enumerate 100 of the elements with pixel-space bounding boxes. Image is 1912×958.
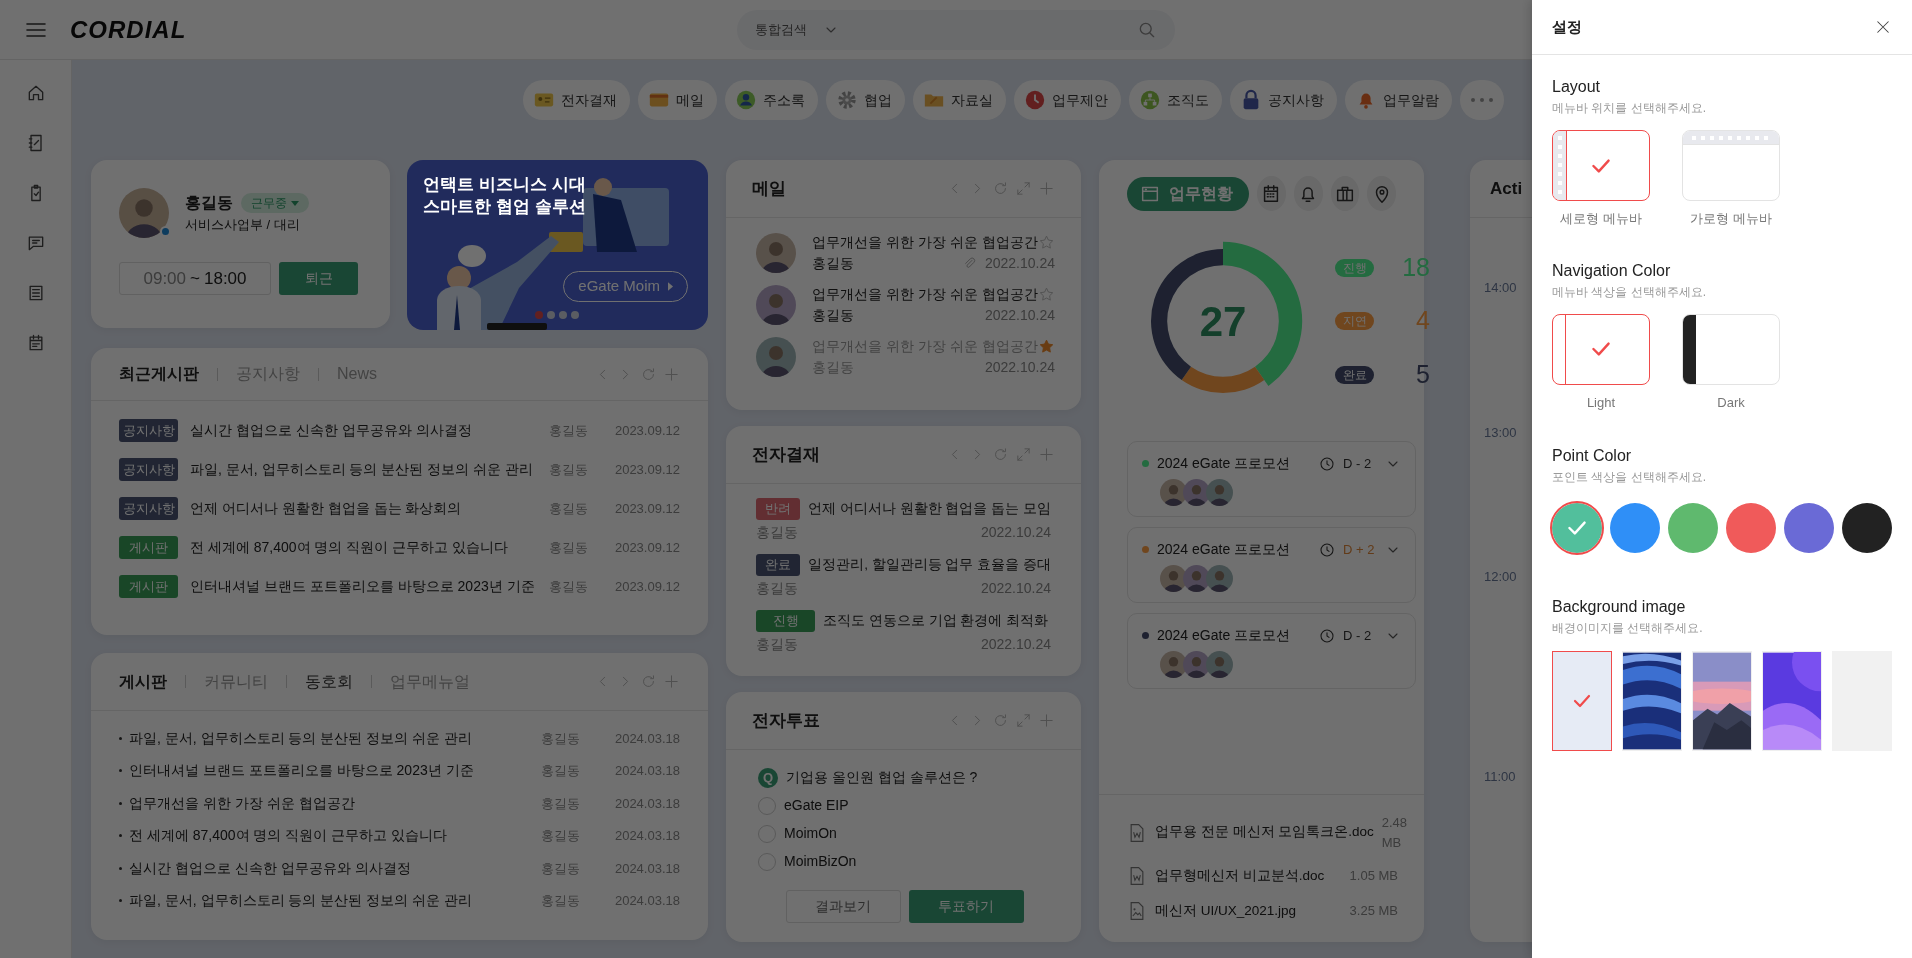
document-title[interactable]: 언제 어디서나 원활한 협업을 돕는 모임: [808, 498, 1051, 520]
tab[interactable]: 게시판: [119, 669, 167, 694]
menu-bar-icon: [1683, 314, 1696, 384]
post-title[interactable]: 인터내셔널 브랜드 포트폴리오를 바탕으로 2023년 기준: [190, 576, 549, 597]
quick-menu-button[interactable]: 업무제안: [1014, 80, 1121, 120]
expand-icon[interactable]: [1015, 180, 1032, 197]
project-card[interactable]: 2024 eGate 프로모션 D - 2: [1127, 441, 1416, 517]
avatar: [1206, 651, 1233, 678]
slide-dot[interactable]: [571, 311, 580, 319]
post-title[interactable]: 실시간 협업으로 신속한 업무공유와 의사결정: [129, 857, 541, 879]
project-card[interactable]: 2024 eGate 프로모션 D - 2: [1127, 613, 1416, 689]
scope-dropdown[interactable]: 통합검색: [755, 19, 839, 40]
section-hint: 포인트 색상을 선택해주세요.: [1552, 469, 1707, 486]
add-icon[interactable]: [1038, 180, 1055, 197]
color-swatch[interactable]: [1552, 503, 1602, 553]
file-name[interactable]: 메신저 UI/UX_2021.jpg: [1155, 900, 1297, 922]
add-icon[interactable]: [1038, 446, 1055, 463]
quick-menu-button[interactable]: 조직도: [1129, 80, 1222, 120]
location-pin-tab[interactable]: [1367, 176, 1396, 211]
star-icon[interactable]: [1038, 286, 1055, 303]
due-date: D + 2: [1343, 540, 1376, 559]
post-title[interactable]: 전 세계에 87,400여 명의 직원이 근무하고 있습니다: [190, 537, 549, 558]
search-field[interactable]: 통합검색: [737, 9, 1175, 50]
add-icon[interactable]: [663, 673, 680, 690]
add-icon[interactable]: [663, 365, 680, 383]
post-title[interactable]: 인터내셔널 브랜드 포트폴리오를 바탕으로 2023년 기준: [129, 760, 541, 782]
quick-menu-button[interactable]: 자료실: [913, 80, 1006, 120]
vote-button[interactable]: 투표하기: [908, 890, 1024, 923]
project-name: 2024 eGate 프로모션: [1157, 540, 1291, 559]
quick-menu-button[interactable]: 전자결재: [523, 80, 630, 120]
clock-out-button[interactable]: 퇴근: [279, 262, 358, 295]
avatar: [1183, 565, 1210, 592]
slide-dot[interactable]: [559, 311, 568, 319]
card-title: 전자투표: [752, 709, 820, 732]
calendar-tab[interactable]: [1257, 176, 1286, 211]
quick-menu-button[interactable]: 공지사항: [1230, 80, 1337, 120]
refresh-icon[interactable]: [992, 446, 1009, 463]
tab[interactable]: 최근게시판: [119, 362, 199, 386]
slide-dot[interactable]: [547, 311, 556, 319]
refresh-icon[interactable]: [640, 673, 657, 690]
expand-icon[interactable]: [1015, 712, 1032, 729]
option-label[interactable]: MoimOn: [784, 823, 837, 844]
refresh-icon[interactable]: [640, 365, 657, 383]
category-tag: 공지사항: [119, 419, 178, 442]
quick-menu-button[interactable]: 메일: [638, 80, 717, 120]
post-title[interactable]: 파일, 문서, 업무히스토리 등의 분산된 정보의 쉬운 관리: [129, 727, 541, 749]
avatar: [1183, 651, 1210, 678]
close-button[interactable]: [1874, 18, 1892, 36]
add-icon[interactable]: [1038, 712, 1055, 729]
results-button[interactable]: 결과보기: [785, 890, 901, 923]
post-title[interactable]: 언제 어디서나 원활한 협업을 돕는 화상회의: [190, 498, 549, 519]
legend-label: 완료: [1335, 365, 1374, 384]
clock-icon: [1319, 541, 1335, 558]
avatar: [1160, 479, 1187, 506]
post-title[interactable]: 실시간 협업으로 신속한 업무공유와 의사결정: [190, 420, 549, 441]
star-icon[interactable]: [1038, 234, 1055, 251]
card-title: 메일: [752, 177, 786, 200]
close-icon: [1874, 18, 1892, 36]
panel-title: 설정: [1552, 16, 1582, 37]
slide-dot[interactable]: [535, 311, 544, 319]
document-title[interactable]: 조직도 연동으로 기업 환경에 최적화: [823, 610, 1048, 632]
color-swatch[interactable]: [1784, 503, 1834, 553]
color-swatch[interactable]: [1610, 503, 1660, 553]
option-label[interactable]: eGate EIP: [784, 795, 849, 816]
quick-menu-button[interactable]: 업무알람: [1345, 80, 1452, 120]
clock-icon: [1024, 89, 1046, 111]
tab[interactable]: 업무현황: [1127, 176, 1249, 211]
file-name[interactable]: 업무형메신저 비교분석.doc: [1155, 865, 1325, 887]
project-card[interactable]: 2024 eGate 프로모션 D + 2: [1127, 527, 1416, 603]
briefcase-tab[interactable]: [1330, 176, 1360, 211]
post-title[interactable]: 파일, 문서, 업무히스토리 등의 분산된 정보의 쉬운 관리: [190, 459, 549, 480]
color-swatch[interactable]: [1726, 503, 1776, 553]
background-option[interactable]: [1552, 651, 1612, 751]
file-name[interactable]: 업무용 전문 메신저 모임톡크온.doc: [1155, 822, 1374, 843]
mail-subject[interactable]: 업무개선을 위한 가장 쉬운 협업공간: [812, 232, 1038, 253]
due-date: D - 2: [1343, 454, 1373, 473]
post-title[interactable]: 업무개선을 위한 가장 쉬운 협업공간: [129, 792, 541, 814]
project-name: 2024 eGate 프로모션: [1157, 454, 1291, 473]
refresh-icon[interactable]: [992, 712, 1009, 729]
more-button[interactable]: [1460, 80, 1504, 120]
bell-tab[interactable]: [1293, 176, 1323, 211]
document-title[interactable]: 일정관리, 할일관리등 업무 효율을 증대: [808, 554, 1051, 576]
post-title[interactable]: 전 세계에 87,400여 명의 직원이 근무하고 있습니다: [129, 825, 541, 847]
filled-star-icon[interactable]: [1038, 338, 1055, 355]
quick-menu-button[interactable]: 협업: [826, 80, 905, 120]
post-title[interactable]: 파일, 문서, 업무히스토리 등의 분산된 정보의 쉬운 관리: [129, 890, 541, 912]
status-tag: 반려: [756, 498, 801, 520]
card-title: Acti: [1490, 177, 1523, 200]
mail-subject[interactable]: 업무개선을 위한 가장 쉬운 협업공간: [812, 284, 1038, 305]
logo[interactable]: CORDIAL: [70, 11, 187, 48]
category-tag: 공지사항: [119, 497, 178, 520]
option-label[interactable]: MoimBizOn: [784, 851, 857, 872]
expand-icon[interactable]: [1015, 446, 1032, 463]
color-swatch[interactable]: [1842, 503, 1892, 553]
color-swatch[interactable]: [1668, 503, 1718, 553]
quick-menu-button[interactable]: 주소록: [725, 80, 818, 120]
user-position: 서비스사업부 / 대리: [185, 216, 301, 235]
status-dropdown[interactable]: 근무중: [241, 193, 309, 214]
tab[interactable]: 동호회: [305, 669, 353, 694]
refresh-icon[interactable]: [992, 180, 1009, 197]
